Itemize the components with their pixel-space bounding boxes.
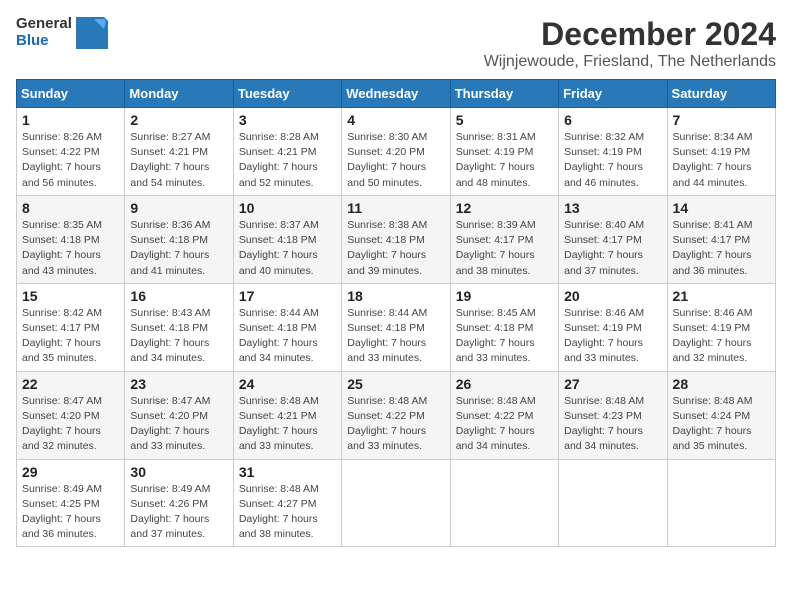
- calendar-week-2: 8Sunrise: 8:35 AMSunset: 4:18 PMDaylight…: [17, 195, 776, 283]
- calendar-day-empty: [559, 459, 667, 547]
- calendar-table: SundayMondayTuesdayWednesdayThursdayFrid…: [16, 79, 776, 547]
- column-header-saturday: Saturday: [667, 80, 775, 108]
- month-title: December 2024: [484, 16, 776, 53]
- calendar-header-row: SundayMondayTuesdayWednesdayThursdayFrid…: [17, 80, 776, 108]
- calendar-day-26: 26Sunrise: 8:48 AMSunset: 4:22 PMDayligh…: [450, 371, 558, 459]
- column-header-wednesday: Wednesday: [342, 80, 450, 108]
- column-header-sunday: Sunday: [17, 80, 125, 108]
- calendar-day-12: 12Sunrise: 8:39 AMSunset: 4:17 PMDayligh…: [450, 195, 558, 283]
- title-block: December 2024 Wijnjewoude, Friesland, Th…: [484, 16, 776, 71]
- column-header-tuesday: Tuesday: [233, 80, 341, 108]
- calendar-day-1: 1Sunrise: 8:26 AMSunset: 4:22 PMDaylight…: [17, 108, 125, 196]
- calendar-day-23: 23Sunrise: 8:47 AMSunset: 4:20 PMDayligh…: [125, 371, 233, 459]
- calendar-day-15: 15Sunrise: 8:42 AMSunset: 4:17 PMDayligh…: [17, 283, 125, 371]
- location-subtitle: Wijnjewoude, Friesland, The Netherlands: [484, 53, 776, 71]
- calendar-day-9: 9Sunrise: 8:36 AMSunset: 4:18 PMDaylight…: [125, 195, 233, 283]
- calendar-day-10: 10Sunrise: 8:37 AMSunset: 4:18 PMDayligh…: [233, 195, 341, 283]
- column-header-thursday: Thursday: [450, 80, 558, 108]
- calendar-day-empty: [450, 459, 558, 547]
- calendar-day-19: 19Sunrise: 8:45 AMSunset: 4:18 PMDayligh…: [450, 283, 558, 371]
- calendar-day-4: 4Sunrise: 8:30 AMSunset: 4:20 PMDaylight…: [342, 108, 450, 196]
- logo: General Blue: [16, 16, 108, 49]
- calendar-day-7: 7Sunrise: 8:34 AMSunset: 4:19 PMDaylight…: [667, 108, 775, 196]
- logo-icon: [76, 17, 108, 49]
- calendar-day-22: 22Sunrise: 8:47 AMSunset: 4:20 PMDayligh…: [17, 371, 125, 459]
- column-header-monday: Monday: [125, 80, 233, 108]
- calendar-day-8: 8Sunrise: 8:35 AMSunset: 4:18 PMDaylight…: [17, 195, 125, 283]
- calendar-day-empty: [667, 459, 775, 547]
- calendar-day-18: 18Sunrise: 8:44 AMSunset: 4:18 PMDayligh…: [342, 283, 450, 371]
- calendar-day-25: 25Sunrise: 8:48 AMSunset: 4:22 PMDayligh…: [342, 371, 450, 459]
- calendar-day-30: 30Sunrise: 8:49 AMSunset: 4:26 PMDayligh…: [125, 459, 233, 547]
- calendar-day-28: 28Sunrise: 8:48 AMSunset: 4:24 PMDayligh…: [667, 371, 775, 459]
- calendar-day-empty: [342, 459, 450, 547]
- calendar-day-27: 27Sunrise: 8:48 AMSunset: 4:23 PMDayligh…: [559, 371, 667, 459]
- calendar-day-16: 16Sunrise: 8:43 AMSunset: 4:18 PMDayligh…: [125, 283, 233, 371]
- logo-blue: Blue: [16, 33, 72, 50]
- calendar-day-31: 31Sunrise: 8:48 AMSunset: 4:27 PMDayligh…: [233, 459, 341, 547]
- calendar-day-3: 3Sunrise: 8:28 AMSunset: 4:21 PMDaylight…: [233, 108, 341, 196]
- calendar-day-14: 14Sunrise: 8:41 AMSunset: 4:17 PMDayligh…: [667, 195, 775, 283]
- calendar-day-6: 6Sunrise: 8:32 AMSunset: 4:19 PMDaylight…: [559, 108, 667, 196]
- column-header-friday: Friday: [559, 80, 667, 108]
- calendar-week-1: 1Sunrise: 8:26 AMSunset: 4:22 PMDaylight…: [17, 108, 776, 196]
- calendar-day-5: 5Sunrise: 8:31 AMSunset: 4:19 PMDaylight…: [450, 108, 558, 196]
- logo-general: General: [16, 16, 72, 33]
- calendar-day-24: 24Sunrise: 8:48 AMSunset: 4:21 PMDayligh…: [233, 371, 341, 459]
- calendar-week-3: 15Sunrise: 8:42 AMSunset: 4:17 PMDayligh…: [17, 283, 776, 371]
- calendar-day-20: 20Sunrise: 8:46 AMSunset: 4:19 PMDayligh…: [559, 283, 667, 371]
- page-header: General Blue December 2024 Wijnjewoude, …: [16, 16, 776, 71]
- calendar-day-21: 21Sunrise: 8:46 AMSunset: 4:19 PMDayligh…: [667, 283, 775, 371]
- calendar-week-5: 29Sunrise: 8:49 AMSunset: 4:25 PMDayligh…: [17, 459, 776, 547]
- calendar-day-2: 2Sunrise: 8:27 AMSunset: 4:21 PMDaylight…: [125, 108, 233, 196]
- calendar-day-17: 17Sunrise: 8:44 AMSunset: 4:18 PMDayligh…: [233, 283, 341, 371]
- calendar-day-11: 11Sunrise: 8:38 AMSunset: 4:18 PMDayligh…: [342, 195, 450, 283]
- calendar-week-4: 22Sunrise: 8:47 AMSunset: 4:20 PMDayligh…: [17, 371, 776, 459]
- calendar-day-13: 13Sunrise: 8:40 AMSunset: 4:17 PMDayligh…: [559, 195, 667, 283]
- calendar-day-29: 29Sunrise: 8:49 AMSunset: 4:25 PMDayligh…: [17, 459, 125, 547]
